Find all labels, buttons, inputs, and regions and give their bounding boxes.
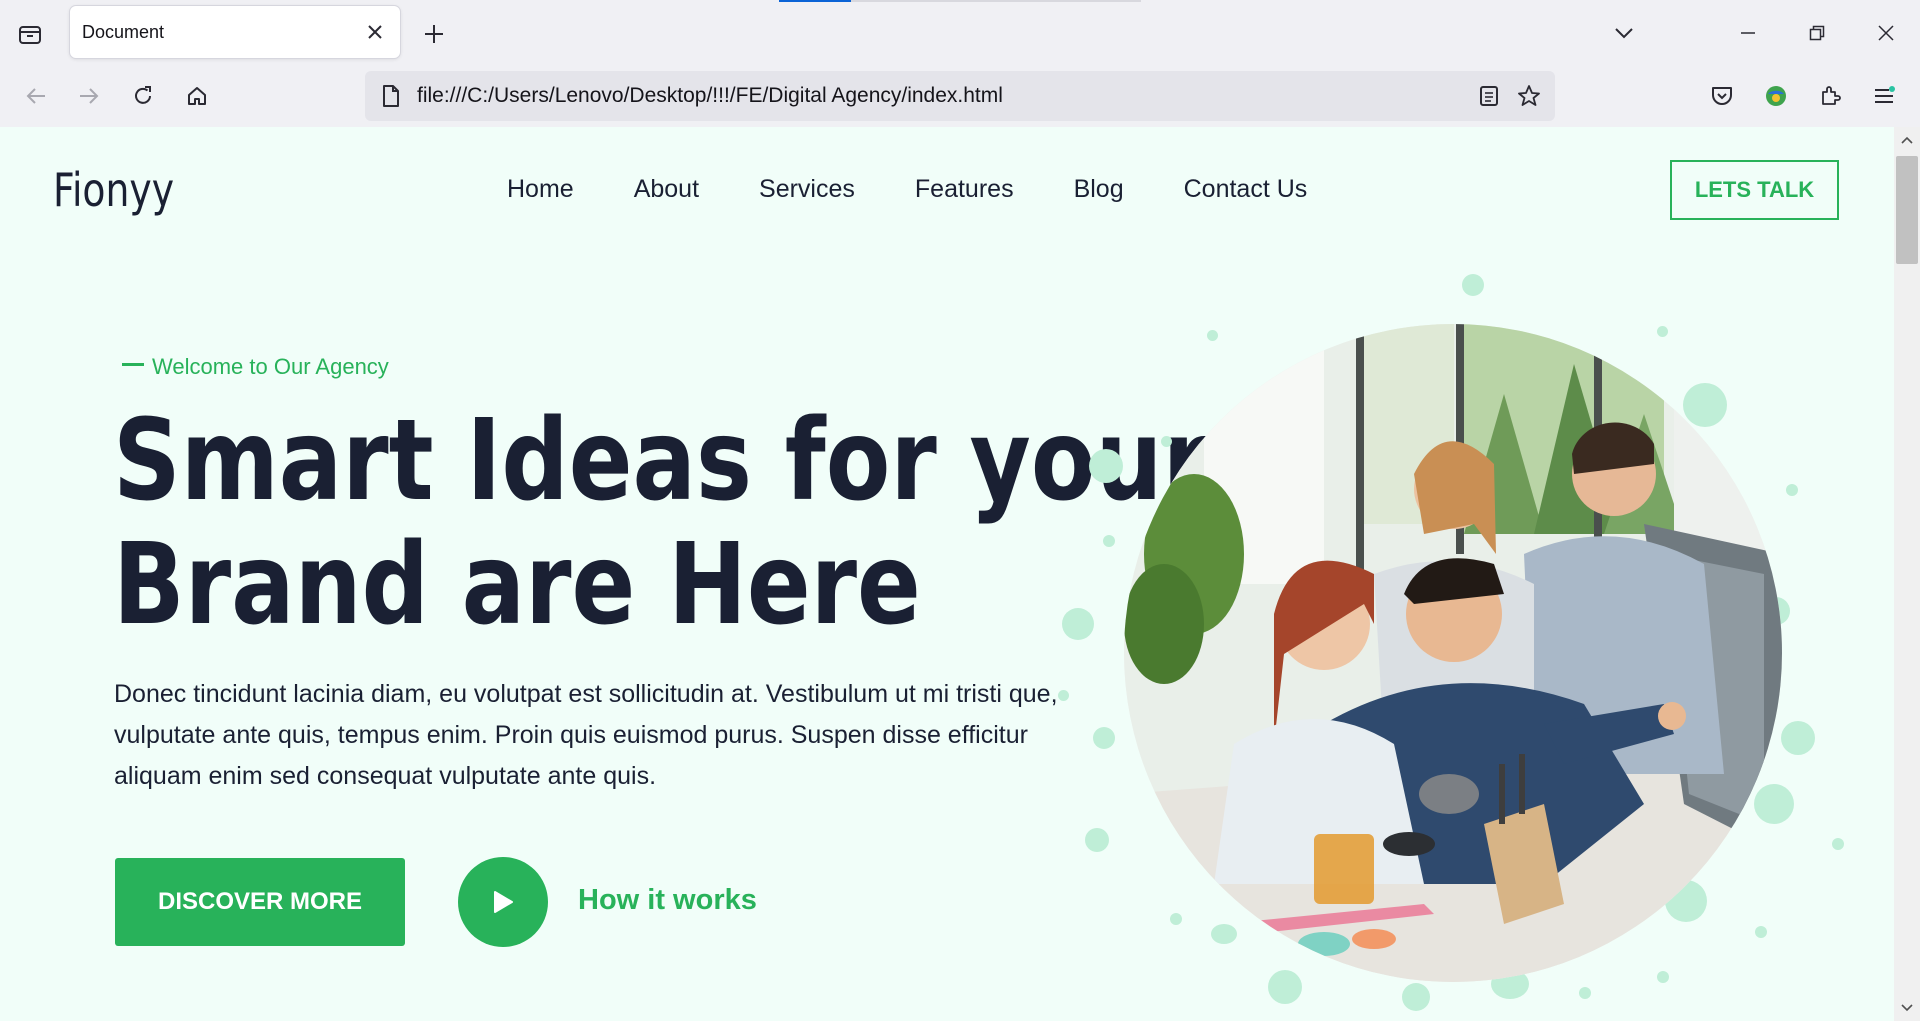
- bookmark-star-icon[interactable]: [1509, 76, 1549, 116]
- decor-bubble: [1058, 690, 1069, 701]
- tab-document[interactable]: Document: [70, 6, 400, 58]
- decor-bubble: [1268, 970, 1302, 1004]
- restore-icon[interactable]: [1795, 14, 1839, 52]
- headline-line-1: Smart Ideas for your: [113, 396, 1209, 526]
- decor-bubble: [1062, 608, 1094, 640]
- app-menu-icon[interactable]: [1864, 76, 1904, 116]
- tab-overview-icon[interactable]: [12, 18, 48, 50]
- nav-blog[interactable]: Blog: [1074, 175, 1124, 204]
- decor-bubble: [1211, 924, 1237, 944]
- team-photo: [1124, 324, 1782, 982]
- scrollbar-thumb[interactable]: [1896, 156, 1918, 264]
- main-nav: Home About Services Features Blog Contac…: [507, 175, 1367, 204]
- decor-bubble: [1657, 971, 1669, 983]
- decor-bubble: [1402, 983, 1430, 1011]
- decor-bubble: [1093, 727, 1115, 749]
- loading-indicator: [779, 0, 851, 2]
- scroll-up-arrow-icon[interactable]: [1894, 130, 1920, 150]
- url-text[interactable]: file:///C:/Users/Lenovo/Desktop/!!!/FE/D…: [417, 84, 1469, 108]
- decor-bubble: [1161, 436, 1172, 447]
- reload-icon[interactable]: [123, 76, 163, 116]
- reader-view-icon[interactable]: [1469, 76, 1509, 116]
- decor-bubble: [1781, 721, 1815, 755]
- window-close-icon[interactable]: [1864, 14, 1908, 52]
- decor-bubble: [1683, 383, 1727, 427]
- nav-about[interactable]: About: [634, 175, 699, 204]
- web-page: Fionyy Home About Services Features Blog…: [0, 127, 1894, 1021]
- nav-features[interactable]: Features: [915, 175, 1014, 204]
- decor-bubble: [1754, 784, 1794, 824]
- nav-contact[interactable]: Contact Us: [1184, 175, 1308, 204]
- minimize-icon[interactable]: [1726, 14, 1770, 52]
- pocket-icon[interactable]: [1702, 76, 1742, 116]
- decor-bubble: [1085, 828, 1109, 852]
- play-video-button[interactable]: [458, 857, 548, 947]
- download-manager-icon[interactable]: [1756, 76, 1796, 116]
- hero-tagline: Welcome to Our Agency: [122, 354, 389, 380]
- tagline-dash: [122, 362, 144, 366]
- decor-bubble: [1755, 926, 1767, 938]
- extensions-icon[interactable]: [1810, 76, 1850, 116]
- tab-title: Document: [82, 21, 165, 42]
- discover-more-button[interactable]: DISCOVER MORE: [115, 858, 405, 946]
- site-logo[interactable]: Fionyy: [53, 163, 174, 217]
- scroll-down-arrow-icon[interactable]: [1894, 998, 1920, 1018]
- list-all-tabs-icon[interactable]: [1602, 14, 1646, 52]
- navigation-toolbar: file:///C:/Users/Lenovo/Desktop/!!!/FE/D…: [0, 66, 1920, 127]
- close-icon[interactable]: [360, 17, 390, 47]
- forward-icon[interactable]: [69, 76, 109, 116]
- decor-bubble: [1462, 274, 1484, 296]
- lets-talk-button[interactable]: LETS TALK: [1670, 160, 1839, 220]
- tab-strip: Document: [0, 0, 1920, 66]
- home-icon[interactable]: [177, 76, 217, 116]
- decor-bubble: [1579, 987, 1591, 999]
- decor-bubble: [1207, 330, 1218, 341]
- decor-bubble: [1103, 535, 1115, 547]
- decor-bubble: [1657, 326, 1668, 337]
- tagline-text: Welcome to Our Agency: [152, 354, 389, 379]
- headline-line-2: Brand are Here: [113, 520, 921, 650]
- play-icon: [494, 891, 513, 913]
- decor-bubble: [1170, 913, 1182, 925]
- nav-home[interactable]: Home: [507, 175, 574, 204]
- new-tab-icon[interactable]: [418, 18, 450, 50]
- decor-bubble: [1786, 484, 1798, 496]
- how-it-works-link[interactable]: How it works: [578, 884, 757, 917]
- nav-services[interactable]: Services: [759, 175, 855, 204]
- browser-chrome: Document file:///C:/Users/Lenovo/Desktop…: [0, 0, 1920, 128]
- file-icon: [377, 82, 405, 110]
- back-icon[interactable]: [16, 76, 56, 116]
- hero-headline: Smart Ideas for your Brand are Here: [113, 396, 1209, 650]
- loading-track: [851, 0, 1141, 2]
- decor-bubble: [1832, 838, 1844, 850]
- decor-bubble: [1089, 449, 1123, 483]
- hero-description: Donec tincidunt lacinia diam, eu volutpa…: [114, 680, 1058, 790]
- address-bar[interactable]: file:///C:/Users/Lenovo/Desktop/!!!/FE/D…: [365, 71, 1555, 121]
